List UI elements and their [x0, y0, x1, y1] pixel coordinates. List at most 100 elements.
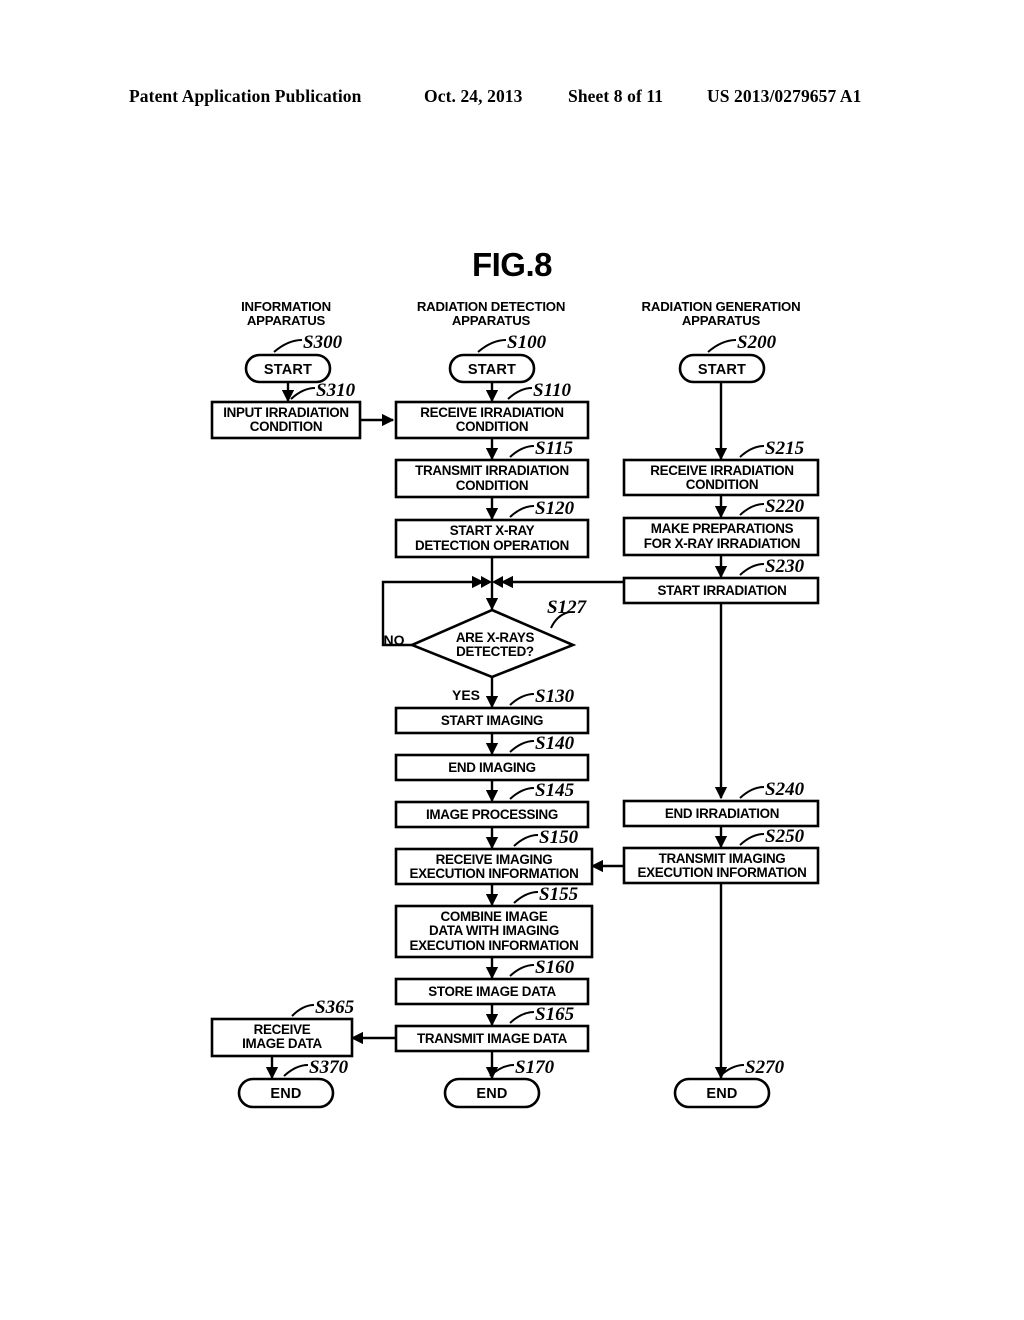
node-s120-start-xray-detection-operation: START X-RAY DETECTION OPERATION: [394, 518, 590, 559]
node-label: TRANSMIT IRRADIATION: [415, 463, 569, 478]
node-s160-store-image-data: STORE IMAGE DATA: [394, 977, 590, 1006]
node-label: COMBINE IMAGE: [441, 909, 548, 924]
node-label: CONDITION: [250, 419, 322, 434]
branch-label-no: NO: [384, 632, 405, 648]
svg-text:S270: S270: [745, 1057, 785, 1078]
node-s127-are-xrays-detected: ARE X-RAYS DETECTED?: [408, 608, 577, 679]
ref-s160: S160: [509, 957, 575, 978]
svg-text:S240: S240: [765, 779, 805, 800]
node-s240-end-irradiation: END IRRADIATION: [622, 799, 820, 828]
node-label: TRANSMIT IMAGING: [659, 851, 786, 866]
ref-s230: S230: [739, 556, 805, 577]
svg-text:RADIATION GENERATION: RADIATION GENERATION: [642, 299, 801, 314]
ref-s145: S145: [509, 780, 575, 801]
svg-text:S160: S160: [535, 957, 575, 978]
svg-text:S230: S230: [765, 556, 805, 577]
lane-title-detection: RADIATION DETECTION APPARATUS: [417, 299, 566, 328]
ref-s365: S365: [291, 997, 355, 1018]
node-s100-start: START: [448, 353, 536, 384]
svg-text:S165: S165: [535, 1004, 575, 1025]
node-s250-transmit-imaging-execution-information: TRANSMIT IMAGING EXECUTION INFORMATION: [622, 846, 820, 885]
node-s215-receive-irradiation-condition: RECEIVE IRRADIATION CONDITION: [622, 458, 820, 497]
svg-text:S100: S100: [507, 332, 547, 353]
branch-label-yes: YES: [452, 687, 480, 703]
node-label: DATA WITH IMAGING: [429, 923, 559, 938]
node-label: CONDITION: [456, 419, 528, 434]
svg-text:S220: S220: [765, 496, 805, 517]
figure-title: FIG.8: [472, 246, 552, 283]
ref-s220: S220: [739, 496, 805, 517]
node-label: END: [476, 1086, 507, 1102]
node-s270-end: END: [673, 1077, 771, 1109]
svg-text:S200: S200: [737, 332, 777, 353]
ref-s240: S240: [739, 779, 805, 800]
node-label: FOR X-RAY IRRADIATION: [644, 536, 800, 551]
svg-text:S365: S365: [315, 997, 355, 1018]
node-s170-end: END: [443, 1077, 541, 1109]
ref-s170: S170: [489, 1057, 555, 1078]
ref-s370: S370: [283, 1057, 349, 1078]
node-label: MAKE PREPARATIONS: [651, 521, 794, 536]
svg-text:S300: S300: [303, 332, 343, 353]
ref-s115: S115: [509, 438, 574, 459]
ref-s300: S300: [273, 332, 343, 353]
node-label: CONDITION: [686, 477, 758, 492]
lane-title-generation: RADIATION GENERATION APPARATUS: [642, 299, 801, 328]
ref-s250: S250: [739, 826, 805, 847]
ref-s150: S150: [513, 827, 579, 848]
node-label: IMAGE PROCESSING: [426, 807, 558, 822]
node-label: EXECUTION INFORMATION: [637, 865, 806, 880]
node-label: END IMAGING: [448, 760, 535, 775]
ref-s165: S165: [509, 1004, 575, 1025]
node-label: RECEIVE IMAGING: [436, 852, 553, 867]
node-s310-input-irradiation-condition: INPUT IRRADIATION CONDITION: [210, 400, 362, 440]
node-s165-transmit-image-data: TRANSMIT IMAGE DATA: [394, 1024, 590, 1053]
node-label: INPUT IRRADIATION: [223, 405, 349, 420]
node-label: START IRRADIATION: [657, 583, 786, 598]
node-label: START: [264, 362, 312, 378]
ref-s140: S140: [509, 733, 575, 754]
svg-text:APPARATUS: APPARATUS: [247, 313, 326, 328]
svg-text:S150: S150: [539, 827, 579, 848]
node-label: EXECUTION INFORMATION: [409, 938, 578, 953]
node-label: END IRRADIATION: [665, 806, 779, 821]
flowchart-canvas: FIG.8 INFORMATION APPARATUS RADIATION DE…: [210, 246, 820, 1109]
node-s110-receive-irradiation-condition: RECEIVE IRRADIATION CONDITION: [394, 400, 590, 440]
node-s230-start-irradiation: START IRRADIATION: [622, 576, 820, 605]
node-s130-start-imaging: START IMAGING: [394, 706, 590, 735]
svg-text:S115: S115: [535, 438, 574, 459]
node-label: RECEIVE IRRADIATION: [420, 405, 564, 420]
svg-text:S140: S140: [535, 733, 575, 754]
svg-text:S110: S110: [533, 380, 572, 401]
node-label: STORE IMAGE DATA: [428, 984, 556, 999]
node-label: CONDITION: [456, 478, 528, 493]
ref-s120: S120: [509, 498, 575, 519]
svg-text:S145: S145: [535, 780, 575, 801]
node-label: EXECUTION INFORMATION: [409, 866, 578, 881]
node-s150-receive-imaging-execution-information: RECEIVE IMAGING EXECUTION INFORMATION: [394, 847, 594, 886]
node-label: START: [698, 362, 746, 378]
ref-s130: S130: [509, 686, 575, 707]
node-s220-make-preparations-for-xray-irradiation: MAKE PREPARATIONS FOR X-RAY IRRADIATION: [622, 516, 820, 557]
node-s140-end-imaging: END IMAGING: [394, 753, 590, 782]
svg-text:RADIATION DETECTION: RADIATION DETECTION: [417, 299, 565, 314]
svg-text:S370: S370: [309, 1057, 349, 1078]
node-label: START: [468, 362, 516, 378]
node-s370-end: END: [237, 1077, 335, 1109]
node-s155-combine-image-data: COMBINE IMAGE DATA WITH IMAGING EXECUTIO…: [394, 904, 594, 959]
node-label: END: [270, 1086, 301, 1102]
node-s200-start: START: [678, 353, 766, 384]
figure-8-flowchart: FIG.8 INFORMATION APPARATUS RADIATION DE…: [0, 0, 1024, 1320]
svg-text:S155: S155: [539, 884, 579, 905]
node-s365-receive-image-data: RECEIVE IMAGE DATA: [210, 1017, 354, 1058]
svg-text:S120: S120: [535, 498, 575, 519]
node-s300-start: START: [244, 353, 332, 384]
svg-text:INFORMATION: INFORMATION: [241, 299, 331, 314]
ref-s200: S200: [707, 332, 777, 353]
node-s145-image-processing: IMAGE PROCESSING: [394, 800, 590, 829]
svg-text:S170: S170: [515, 1057, 555, 1078]
node-label: END: [706, 1086, 737, 1102]
node-label: TRANSMIT IMAGE DATA: [417, 1031, 568, 1046]
node-label: ARE X-RAYS: [456, 630, 535, 645]
ref-s215: S215: [739, 438, 805, 459]
